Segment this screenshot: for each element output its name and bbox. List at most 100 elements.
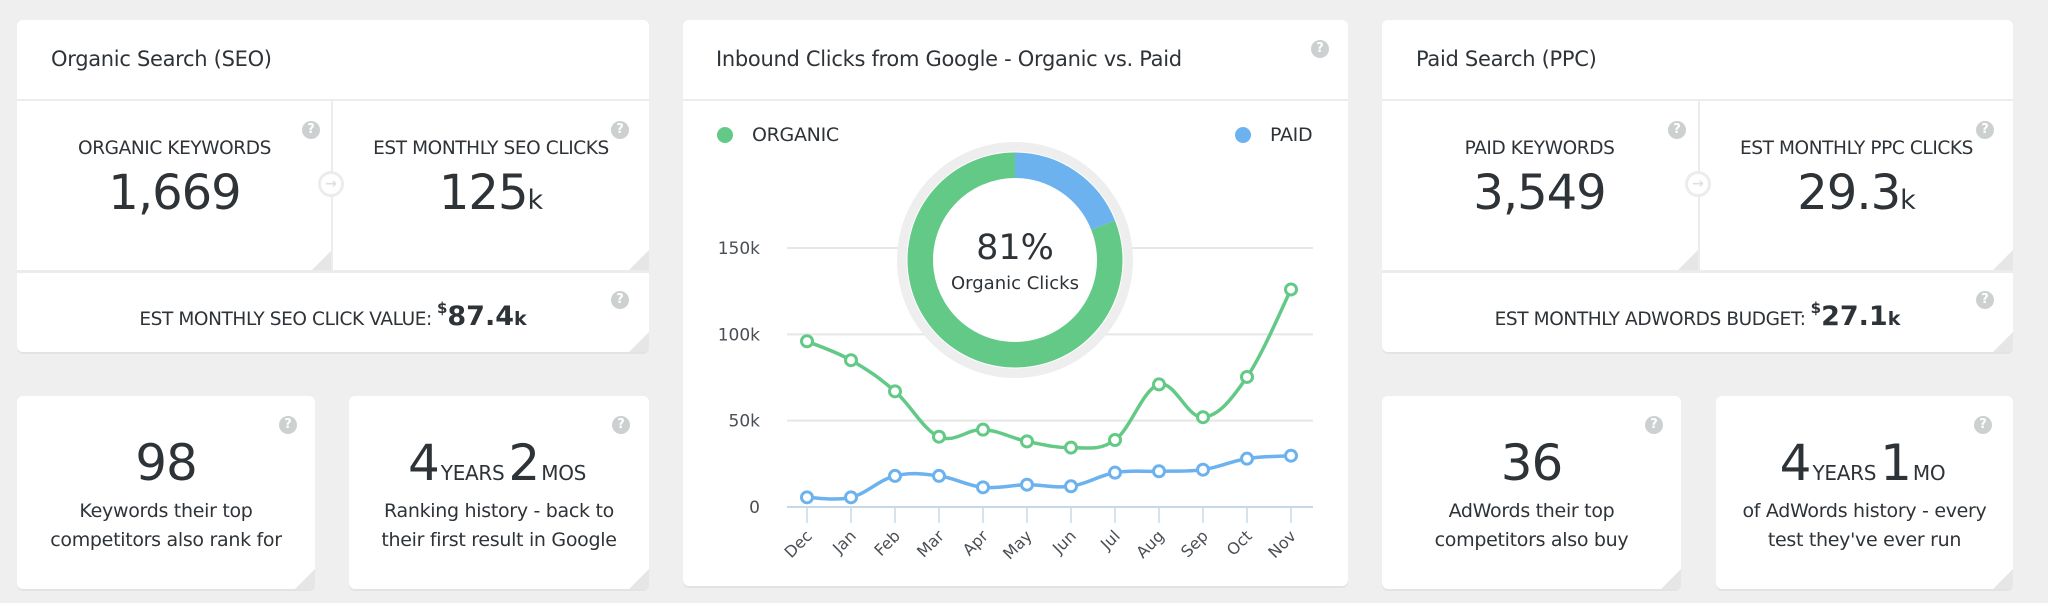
paid-keywords-metric[interactable]: PAID KEYWORDS 3,549 [1382, 138, 1697, 221]
months-number: 2 [508, 434, 540, 492]
series-paid [800, 448, 1298, 505]
competitor-keywords-desc: Keywords their top competitors also rank … [17, 497, 315, 555]
organic-keywords-label: ORGANIC KEYWORDS [78, 138, 271, 159]
corner-fold [1661, 569, 1681, 589]
adwords-history-value: 4 YEARS1 MO [1716, 434, 2013, 492]
corner-fold [312, 250, 332, 270]
paid-point [932, 468, 946, 483]
organic-point [800, 334, 814, 349]
months-unit: MOS [541, 461, 587, 485]
competitor-adwords-desc: AdWords their top competitors also buy [1382, 497, 1681, 555]
desc-line: their first result in Google [381, 529, 617, 551]
help-icon[interactable]: ? [612, 416, 630, 434]
organic-keywords-metric[interactable]: ORGANIC KEYWORDS 1,669 [17, 138, 332, 221]
y-tick-label: 0 [749, 498, 760, 518]
paid-point [1152, 464, 1166, 479]
corner-fold [629, 569, 649, 589]
help-icon[interactable]: ? [1976, 121, 1994, 139]
x-tick-label: Dec [780, 526, 815, 561]
paid-point [976, 480, 990, 495]
paid-line [806, 453, 1292, 501]
seo-clicks-number: 125 [438, 165, 529, 221]
paid-point [844, 490, 858, 505]
currency-symbol: $ [436, 299, 448, 317]
y-tick-label: 50k [729, 412, 761, 432]
donut-center-value: 81% [976, 228, 1054, 268]
help-icon[interactable]: ? [1645, 416, 1663, 434]
x-tick-label: Jan [828, 526, 860, 558]
organic-point [976, 422, 990, 437]
desc-line: Ranking history - back to [384, 500, 614, 522]
adwords-budget-label: EST MONTHLY ADWORDS BUDGET: [1494, 309, 1806, 330]
ppc-clicks-number: 29.3 [1797, 165, 1901, 221]
organic-point [1020, 434, 1034, 449]
desc-line: competitors also buy [1434, 529, 1629, 551]
divider [17, 270, 649, 273]
paid-point [1020, 477, 1034, 492]
paid-point [888, 468, 902, 483]
organic-point [1152, 377, 1166, 392]
years-unit: YEARS [1812, 461, 1877, 485]
desc-line: competitors also rank for [50, 529, 282, 551]
seo-clicks-label: EST MONTHLY SEO CLICKS [373, 138, 609, 159]
corner-fold [295, 569, 315, 589]
months-unit: MO [1912, 461, 1946, 485]
y-tick-label: 100k [718, 325, 760, 345]
donut-chart: 81% Organic Clicks [897, 142, 1133, 378]
corner-fold [629, 250, 649, 270]
paid-point [1064, 479, 1078, 494]
corner-fold [629, 332, 649, 352]
help-icon[interactable]: ? [1974, 416, 1992, 434]
years-unit: YEARS [440, 461, 505, 485]
seo-click-value-label: EST MONTHLY SEO CLICK VALUE: [139, 309, 432, 330]
x-tick-label: Oct [1223, 526, 1256, 559]
help-icon[interactable]: ? [302, 121, 320, 139]
organic-point [1064, 440, 1078, 455]
ppc-clicks-value: 29.3k [1700, 165, 2013, 221]
years-number: 4 [1779, 434, 1812, 492]
x-tick-label: Mar [913, 526, 948, 561]
competitor-keywords-card[interactable]: 98 Keywords their top competitors also ra… [17, 396, 315, 589]
desc-line: test they've ever run [1767, 529, 1962, 551]
divider [17, 99, 649, 101]
ppc-clicks-label: EST MONTHLY PPC CLICKS [1739, 138, 1973, 159]
ppc-card-title: Paid Search (PPC) [1416, 47, 1597, 71]
seo-clicks-unit: k [527, 185, 544, 216]
seo-click-value-unit: k [514, 308, 527, 330]
organic-point [1196, 410, 1210, 425]
ranking-history-card[interactable]: 4 YEARS2 MOS Ranking history - back to thei… [349, 396, 649, 589]
x-tick-label: May [999, 526, 1036, 563]
x-tick-label: Jul [1096, 526, 1124, 554]
ppc-card: Paid Search (PPC) PAID KEYWORDS 3,549 ? … [1382, 20, 2013, 352]
help-icon[interactable]: ? [1976, 291, 1994, 309]
corner-fold [1678, 250, 1698, 270]
paid-point [1240, 451, 1254, 466]
help-icon[interactable]: ? [279, 416, 297, 434]
ppc-clicks-metric[interactable]: EST MONTHLY PPC CLICKS 29.3k [1700, 138, 2013, 221]
ppc-clicks-unit: k [1900, 185, 1916, 216]
y-tick-label: 150k [718, 239, 760, 259]
organic-point [844, 353, 858, 368]
adwords-budget-value: $27.1k [1811, 299, 1901, 332]
organic-keywords-value: 1,669 [108, 165, 241, 221]
ranking-history-desc: Ranking history - back to their first res… [349, 497, 649, 555]
adwords-history-card[interactable]: 4 YEARS1 MO of AdWords history - every test… [1716, 396, 2013, 589]
help-icon[interactable]: ? [1668, 121, 1686, 139]
x-tick-label: Jun [1048, 526, 1080, 558]
competitor-adwords-card[interactable]: 36 AdWords their top competitors also buy… [1382, 396, 1681, 589]
help-icon[interactable]: ? [611, 121, 629, 139]
seo-clicks-value: 125k [333, 165, 649, 221]
x-tick-label: Feb [870, 526, 903, 559]
desc-line: AdWords their top [1448, 500, 1615, 522]
years-number: 4 [407, 434, 440, 492]
seo-click-value-number: 87.4 [447, 301, 514, 332]
x-axis: Dec Jan Feb Mar Apr May Jun Jul Aug Sep Oct Nov [780, 507, 1300, 563]
organic-point [888, 384, 902, 399]
paid-point [1196, 462, 1210, 477]
paid-point [800, 490, 814, 505]
seo-clicks-metric[interactable]: EST MONTHLY SEO CLICKS 125k [333, 138, 649, 221]
corner-fold [1993, 250, 2013, 270]
adwords-budget-row: EST MONTHLY ADWORDS BUDGET: $27.1k [1382, 299, 2013, 332]
help-icon[interactable]: ? [611, 291, 629, 309]
x-tick-label: Aug [1132, 526, 1168, 562]
